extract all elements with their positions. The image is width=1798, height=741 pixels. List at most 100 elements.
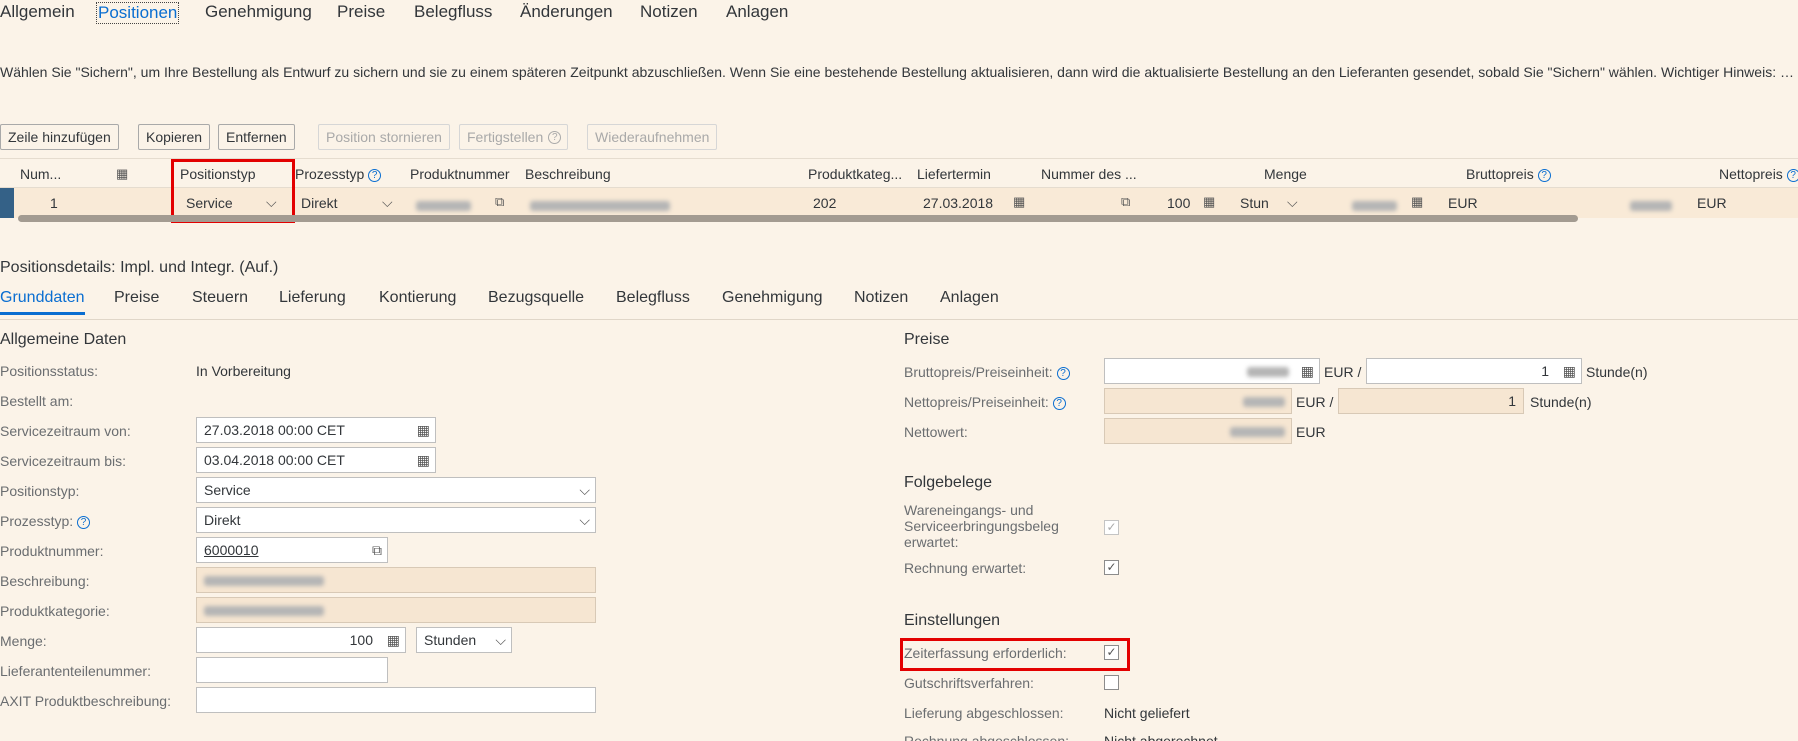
service-to-value: 03.04.2018 00:00 CET xyxy=(204,452,345,468)
col-nettopreis[interactable]: Nettopreis ? xyxy=(1719,166,1798,182)
supplier-part-input[interactable] xyxy=(196,657,388,683)
postype-select[interactable]: Service ⌵ xyxy=(196,477,596,503)
col-prozesstyp[interactable]: Prozesstyp ? xyxy=(295,166,382,182)
finish-button[interactable]: Fertigstellen ? xyxy=(459,124,569,150)
tab-positionen[interactable]: Positionen xyxy=(96,2,180,24)
copy-button[interactable]: Kopieren xyxy=(138,124,211,150)
col-bruttopreis[interactable]: Bruttopreis ? xyxy=(1466,166,1551,182)
chevron-down-icon[interactable]: ⌵ xyxy=(382,194,393,211)
axit-label: AXIT Produktbeschreibung: xyxy=(0,693,171,709)
credit-label: Gutschriftsverfahren: xyxy=(904,675,1034,691)
cell-prozesstyp[interactable]: Direkt xyxy=(301,195,338,211)
chevron-down-icon[interactable]: ⌵ xyxy=(1287,194,1298,211)
axit-input[interactable] xyxy=(196,687,596,713)
gross-price-input[interactable]: ▦ xyxy=(1104,358,1320,384)
cell-einheit[interactable]: Stun xyxy=(1240,195,1269,211)
tab-genehmigung[interactable]: Genehmigung xyxy=(205,2,312,22)
blurred-value xyxy=(1247,367,1289,377)
col-produktnummer[interactable]: Produktnummer xyxy=(410,166,510,182)
finish-label: Fertigstellen xyxy=(467,129,544,145)
chevron-down-icon[interactable]: ⌵ xyxy=(579,508,590,532)
add-row-button[interactable]: Zeile hinzufügen xyxy=(0,124,119,150)
resume-button[interactable]: Wiederaufnehmen xyxy=(587,124,718,150)
row-selector[interactable] xyxy=(0,188,14,218)
calculator-icon[interactable]: ▦ xyxy=(387,628,400,652)
help-icon[interactable]: ? xyxy=(1786,169,1798,182)
calculator-icon[interactable]: ▦ xyxy=(1301,359,1314,383)
prodnum-input[interactable]: 6000010 ⧉ xyxy=(196,537,388,563)
proctype-select[interactable]: Direkt ⌵ xyxy=(196,507,596,533)
calculator-icon[interactable]: ▦ xyxy=(1203,194,1215,210)
calendar-icon[interactable]: ▦ xyxy=(1013,194,1025,210)
calendar-icon[interactable]: ▦ xyxy=(417,418,430,442)
blurred-value xyxy=(1230,427,1285,437)
invoice-expected-checkbox[interactable]: ✓ xyxy=(1104,560,1119,575)
blurred-value xyxy=(1352,201,1397,212)
horizontal-scrollbar[interactable] xyxy=(18,215,1578,222)
calculator-icon[interactable]: ▦ xyxy=(1563,359,1576,383)
subtab-kontierung[interactable]: Kontierung xyxy=(379,289,456,307)
calculator-icon[interactable]: ▦ xyxy=(1411,194,1423,210)
help-icon[interactable]: ? xyxy=(368,169,382,182)
col-nummer-des[interactable]: Nummer des ... xyxy=(1041,166,1137,182)
proctype-label-text: Prozesstyp: xyxy=(0,513,74,529)
col-beschreibung[interactable]: Beschreibung xyxy=(525,166,611,182)
copy-icon[interactable]: ⧉ xyxy=(495,194,504,210)
chevron-down-icon[interactable]: ⌵ xyxy=(579,478,590,502)
qty-unit-value: Stunden xyxy=(424,632,477,648)
net-unit: Stunde(n) xyxy=(1530,394,1592,410)
col-num[interactable]: Num... xyxy=(20,166,61,182)
blurred-value xyxy=(204,606,324,617)
tab-anlagen[interactable]: Anlagen xyxy=(726,2,788,22)
cell-produktnummer[interactable] xyxy=(416,197,471,213)
service-from-input[interactable]: 27.03.2018 00:00 CET ▦ xyxy=(196,417,436,443)
service-to-input[interactable]: 03.04.2018 00:00 CET ▦ xyxy=(196,447,436,473)
help-icon[interactable]: ? xyxy=(1052,397,1066,410)
col-nettopreis-label: Nettopreis xyxy=(1719,166,1783,182)
qty-unit-select[interactable]: Stunden ⌵ xyxy=(416,627,512,653)
prices-section-title: Preise xyxy=(904,331,950,348)
subtab-lieferung[interactable]: Lieferung xyxy=(279,289,346,307)
tab-notizen[interactable]: Notizen xyxy=(640,2,698,22)
cell-liefertermin[interactable]: 27.03.2018 xyxy=(923,195,993,211)
postype-label: Positionstyp: xyxy=(0,483,80,499)
qty-input[interactable]: 100 ▦ xyxy=(196,627,406,653)
help-icon[interactable]: ? xyxy=(77,516,91,529)
calendar-icon[interactable]: ▦ xyxy=(417,448,430,472)
tab-allgemein[interactable]: Allgemein xyxy=(0,2,75,22)
copy-icon[interactable]: ⧉ xyxy=(372,538,382,562)
subtab-steuern[interactable]: Steuern xyxy=(192,289,248,307)
col-menge[interactable]: Menge xyxy=(1264,166,1307,182)
cell-bruttopreis[interactable] xyxy=(1352,197,1397,213)
gross-unit-qty-input[interactable]: 1 ▦ xyxy=(1366,358,1582,384)
credit-checkbox[interactable] xyxy=(1104,675,1119,690)
subtab-genehmigung[interactable]: Genehmigung xyxy=(722,289,823,307)
blurred-value xyxy=(204,576,324,587)
table-settings-icon[interactable]: ▦ xyxy=(116,166,128,182)
gross-unit: Stunde(n) xyxy=(1586,364,1648,380)
tab-aenderungen[interactable]: Änderungen xyxy=(520,2,613,22)
tab-belegfluss[interactable]: Belegfluss xyxy=(414,2,492,22)
tab-preise[interactable]: Preise xyxy=(337,2,385,22)
subtab-notizen[interactable]: Notizen xyxy=(854,289,908,307)
chevron-down-icon[interactable]: ⌵ xyxy=(495,628,506,652)
divider xyxy=(0,319,1798,320)
cancel-position-button[interactable]: Position stornieren xyxy=(318,124,450,150)
copy-icon[interactable]: ⧉ xyxy=(1121,194,1130,210)
help-icon[interactable]: ? xyxy=(1056,367,1070,380)
col-liefertermin[interactable]: Liefertermin xyxy=(917,166,991,182)
gr-expected-checkbox[interactable]: ✓ xyxy=(1104,520,1119,535)
remove-button[interactable]: Entfernen xyxy=(218,124,295,150)
invoice-expected-label: Rechnung erwartet: xyxy=(904,560,1027,576)
cell-produktkategorie: 202 xyxy=(813,195,837,211)
subtab-belegfluss[interactable]: Belegfluss xyxy=(616,289,690,307)
help-icon[interactable]: ? xyxy=(1537,169,1551,182)
subtab-bezugsquelle[interactable]: Bezugsquelle xyxy=(488,289,584,307)
col-produktkategorie[interactable]: Produktkateg... xyxy=(808,166,902,182)
invoice-done-value: Nicht abgerechnet xyxy=(1104,733,1218,741)
subtab-grunddaten[interactable]: Grunddaten xyxy=(0,289,85,315)
cell-menge[interactable]: 100 xyxy=(1167,195,1190,211)
prodnum-value[interactable]: 6000010 xyxy=(204,542,259,558)
subtab-preise[interactable]: Preise xyxy=(114,289,159,307)
subtab-anlagen[interactable]: Anlagen xyxy=(940,289,999,307)
